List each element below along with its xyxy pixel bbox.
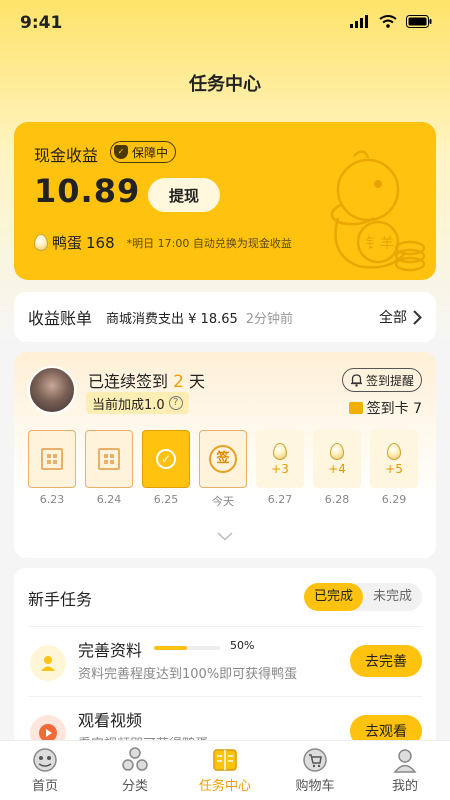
calendar-icon [41,448,63,470]
tab-incomplete[interactable]: 未完成 [363,583,422,611]
checkin-card: 已连续签到 2 天 当前加成1.0 ? 签到提醒 签到卡 7 6.23 6.24… [14,352,436,558]
checkin-day-box [28,430,76,488]
page-title: 任务中心 [189,74,261,95]
checkin-day[interactable]: +3 6.27 [256,430,304,509]
view-all-bills-link[interactable]: 全部 [379,307,422,327]
guarantee-badge[interactable]: ✓ 保障中 [110,141,177,163]
calendar-icon [98,448,120,470]
tab-home[interactable]: 首页 [0,741,90,800]
checkin-day[interactable]: +5 6.29 [370,430,418,509]
task-desc: 资料完善程度达到100%即可获得鸭蛋 [78,667,298,682]
signin-stamp-icon: 签 [209,445,237,473]
status-time: 9:41 [20,13,63,33]
task-name: 观看视频 [78,711,143,730]
egg-icon [330,442,344,460]
tab-completed[interactable]: 已完成 [303,583,363,611]
egg-icon [387,442,401,460]
help-icon[interactable]: ? [168,396,183,410]
task-icon [213,749,237,771]
user-icon [30,645,66,681]
shield-icon: ✓ [114,145,128,159]
task-filter-toggle: 已完成 未完成 [303,583,422,611]
tab-cart[interactable]: 购物车 [270,741,360,800]
cash-earnings-label: 现金收益 [34,146,99,165]
profile-icon [393,749,417,773]
withdraw-button[interactable]: 提现 [148,178,220,212]
checkin-streak: 已连续签到 2 天 [88,372,206,392]
battery-icon [406,15,432,28]
checkin-days: 6.23 6.24 ✓ 6.25 签 今天 +3 6.27 +4 6.28 +5… [28,430,418,509]
checkin-reminder-button[interactable]: 签到提醒 [341,368,422,392]
task-item: 完善资料 50% 资料完善程度达到100%即可获得鸭蛋 去完善 [28,626,422,696]
checkin-day[interactable]: 6.23 [28,430,76,509]
checkin-day[interactable]: +4 6.28 [313,430,361,509]
task-name: 完善资料 [78,641,143,660]
tasks-title: 新手任务 [28,590,93,609]
duck-mascot-icon: 钅羊 [330,150,426,272]
egg-exchange-note: *明日 17:00 自动兑换为现金收益 [126,236,292,250]
task-progress-bar [154,646,220,650]
tab-category[interactable]: 分类 [90,741,180,800]
checkin-day-box: +4 [313,430,361,488]
earnings-bill-title: 收益账单 [28,309,93,328]
chevron-down-icon[interactable] [217,532,233,541]
wifi-icon [379,15,397,28]
bill-latest-time: 2分钟前 [245,311,294,327]
cart-icon [303,748,327,772]
checkin-day[interactable]: 6.24 [85,430,133,509]
cash-amount: 10.89 [34,172,141,210]
checkin-day-box [85,430,133,488]
checkin-day-today[interactable]: 签 今天 [199,430,247,509]
status-bar: 9:41 [0,0,450,48]
home-icon [33,748,57,772]
ticket-icon [348,402,363,414]
current-bonus: 当前加成1.0 ? [86,392,189,414]
checkin-day[interactable]: ✓ 6.25 [142,430,190,509]
bill-latest-desc: 商城消费支出 ¥ 18.65 [106,311,238,327]
check-icon: ✓ [156,449,176,469]
checkin-day-box: +5 [370,430,418,488]
category-icon [122,747,148,771]
checkin-card-count[interactable]: 签到卡 7 [348,398,422,418]
tab-task-center[interactable]: 任务中心 [180,741,270,800]
egg-icon [34,234,48,251]
earnings-bill-row[interactable]: 收益账单 商城消费支出 ¥ 18.65 2分钟前 全部 [14,292,436,342]
complete-profile-button[interactable]: 去完善 [350,645,422,677]
duck-egg-balance: 鸭蛋 168 *明日 17:00 自动兑换为现金收益 [34,232,292,253]
chevron-right-icon [413,309,422,325]
svg-text:钅羊: 钅羊 [366,236,394,252]
cash-earnings-card: 现金收益 ✓ 保障中 10.89 提现 鸭蛋 168 *明日 17:00 自动兑… [14,122,436,280]
avatar[interactable] [28,366,76,414]
checkin-day-box: ✓ [142,430,190,488]
bottom-tab-bar: 首页 分类 任务中心 购物车 我的 [0,740,450,800]
tab-profile[interactable]: 我的 [360,741,450,800]
checkin-day-box: +3 [256,430,304,488]
egg-icon [273,442,287,460]
checkin-today-box: 签 [199,430,247,488]
bell-icon [350,374,362,387]
task-progress-text: 50% [230,639,255,652]
signal-icon [350,15,368,28]
